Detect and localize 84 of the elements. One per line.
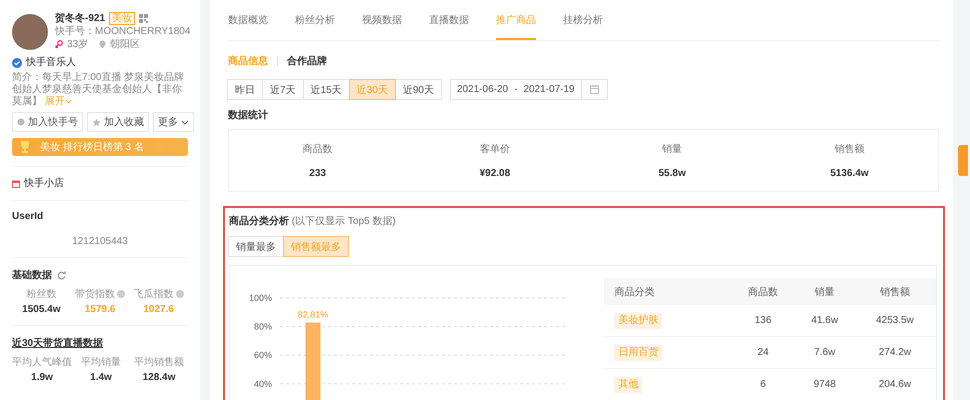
location-pin-icon [98,40,106,49]
star-icon [92,118,101,126]
stat-label: 平均销售额 [134,356,184,369]
range-button[interactable]: 昨日 [227,79,263,100]
calendar-icon [590,85,599,94]
stat-value: 1.9w [31,372,53,383]
sub-tab[interactable]: 合作品牌 [287,54,327,68]
stat-label: 商品数 [302,142,333,156]
circle-icon [17,118,25,126]
age-text: 33岁 [67,38,88,51]
stat-label: 带货指数 [75,288,115,301]
qr-code-icon[interactable] [139,14,148,23]
stat-value: ¥92.08 [480,168,510,179]
user-name: 贺冬冬-921 [55,12,106,25]
date-range-field[interactable]: 2021-06-20 - 2021-07-19 [450,79,608,100]
account-id: 快手号：MOONCHERRY1804 [55,25,190,38]
nav-tab[interactable]: 粉丝分析 [295,0,335,40]
stat-value: 1505.4w [22,304,61,315]
stat-label: 销售额 [834,142,864,156]
range-button[interactable]: 近15天 [302,79,350,100]
verified-badge-icon [12,58,22,68]
column-header: 商品分类 [604,278,730,305]
table-cell: 41.6w [796,305,854,336]
verified-label: 快手音乐人 [26,56,76,69]
favorite-button[interactable]: 加入收藏 [87,112,149,132]
stat-value: 1027.6 [143,304,174,315]
table-cell: 7.6w [796,336,854,368]
section-title: UserId [12,211,44,222]
calendar-icon [12,180,20,188]
column-header: 销量 [796,278,854,305]
axis-tick-label: 60% [254,350,272,360]
stat-value: 55.8w [658,168,686,179]
stat-value: 233 [309,168,326,179]
user-id-value: 1212105443 [71,236,129,247]
nav-tab[interactable]: 数据概览 [228,0,268,40]
stat-value: 5136.4w [830,168,869,179]
range-button[interactable]: 近7天 [262,79,304,100]
location-text: 朝阳区 [110,38,140,51]
stat-label: 客单价 [480,142,510,156]
category-tag: 美妆护肤 [614,312,662,328]
table-cell: 24 [730,336,796,368]
chevron-down-icon [64,99,72,104]
stat-label: 平均销量 [81,356,121,369]
table-cell: 9748 [796,368,854,400]
chevron-down-icon [181,120,189,124]
column-header: 商品数 [730,278,796,305]
section-note: (以下仅显示 Top5 数据) [292,216,396,227]
nav-tab[interactable]: 挂榜分析 [563,0,603,40]
stat-label: 粉丝数 [26,288,56,301]
bar-value-label: 82.81% [298,310,328,320]
axis-tick-label: 40% [254,378,272,389]
table-cell: 4253.5w [854,305,936,336]
nav-tab[interactable]: 直播数据 [429,0,469,40]
section-title: 数据统计 [228,108,269,122]
table-cell: 274.2w [854,336,936,368]
category-tag: 其他 [614,376,642,392]
follow-button[interactable]: 加入快手号 [12,112,83,132]
category-tag: 美妆 [109,12,136,25]
stat-value: 128.4w [142,372,176,383]
trophy-icon [20,141,30,153]
axis-tick-label: 80% [254,322,272,332]
range-button[interactable]: 近90天 [394,79,442,100]
table-cell: 136 [730,305,796,336]
stat-label: 平均人气峰值 [12,356,72,369]
column-header: 销售额 [854,278,936,305]
category-tag: 日用百货 [614,344,662,360]
section-title: 商品分类分析 [229,216,289,227]
more-button[interactable]: 更多 [153,112,194,132]
nav-tab[interactable]: 视频数据 [362,0,402,40]
avatar-placeholder [12,14,48,50]
stat-value: 1.4w [90,372,112,383]
stat-value: 1579.6 [84,304,116,315]
sort-toggle[interactable]: 销量最多 [228,236,284,257]
section-title: 近30天带货直播数据 [12,336,104,350]
section-title: 基础数据 [12,268,52,282]
refresh-icon[interactable] [57,270,66,280]
bio-text: 简介：每天早上7:00直播 梦泉美妆品牌创始人梦泉慈善天使基金创始人【非你莫属】 展开 [12,72,186,108]
shop-link[interactable]: 快手小店 [24,177,64,190]
stat-label: 销量 [662,143,682,156]
stat-label: 飞瓜指数 [134,288,174,301]
table-cell: 6 [730,368,796,400]
axis-tick-label: 100% [248,293,272,303]
gender-icon [55,40,63,49]
table-cell: 204.6w [854,368,936,400]
